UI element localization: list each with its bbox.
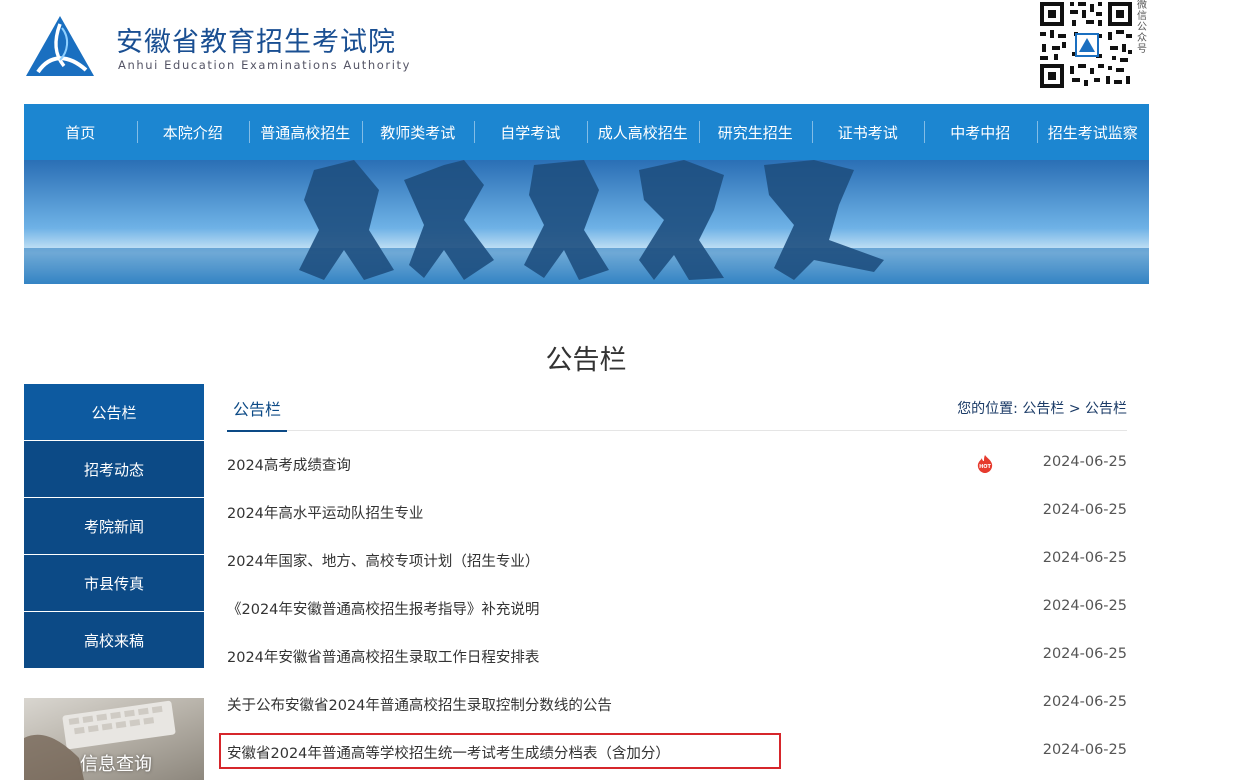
nav-item-high-school-entrance[interactable]: 中考中招	[924, 104, 1037, 160]
breadcrumb-prefix: 您的位置:	[957, 401, 1018, 417]
svg-text:HOT: HOT	[979, 464, 991, 470]
list-item-title[interactable]: 《2024年安徽普通高校招生报考指导》补充说明	[227, 598, 539, 619]
sidebar-item-college-contributions[interactable]: 高校来稿	[24, 612, 204, 668]
sidebar-item-city-county-fax[interactable]: 市县传真	[24, 555, 204, 611]
breadcrumb: 您的位置: 公告栏 > 公告栏	[957, 398, 1127, 418]
list-item-title[interactable]: 安徽省2024年普通高等学校招生统一考试考生成绩分档表（含加分）	[227, 742, 670, 763]
list-item-date: 2024-06-25	[1042, 742, 1127, 758]
site-title[interactable]: 安徽省教育招生考试院	[116, 20, 396, 59]
list-item-title[interactable]: 2024年国家、地方、高校专项计划（招生专业）	[227, 550, 539, 571]
nav-item-teacher-exam[interactable]: 教师类考试	[361, 104, 475, 160]
sidebar-item-bulletin[interactable]: 公告栏	[24, 384, 204, 440]
banner-image	[24, 160, 1149, 284]
nav-item-about[interactable]: 本院介绍	[136, 104, 250, 160]
list-item[interactable]: 2024年国家、地方、高校专项计划（招生专业） 2024-06-25	[227, 536, 1127, 584]
list-item[interactable]: 关于公布安徽省2024年普通高校招生录取控制分数线的公告 2024-06-25	[227, 680, 1127, 728]
bulletin-list: 2024高考成绩查询 HOT 2024-06-25 2024年高水平运动队招生专…	[227, 440, 1127, 776]
nav-item-graduate-admission[interactable]: 研究生招生	[699, 104, 812, 160]
list-item-date: 2024-06-25	[1042, 550, 1127, 566]
list-item[interactable]: 2024年高水平运动队招生专业 2024-06-25	[227, 488, 1127, 536]
list-item-date: 2024-06-25	[1042, 454, 1127, 470]
nav-item-certificate-exam[interactable]: 证书考试	[811, 104, 925, 160]
list-item[interactable]: 2024高考成绩查询 HOT 2024-06-25	[227, 440, 1127, 488]
nav-item-college-admission[interactable]: 普通高校招生	[249, 104, 362, 160]
nav-item-adult-college[interactable]: 成人高校招生	[586, 104, 700, 160]
list-item[interactable]: 《2024年安徽普通高校招生报考指导》补充说明 2024-06-25	[227, 584, 1127, 632]
list-item-date: 2024-06-25	[1042, 598, 1127, 614]
logo-icon[interactable]	[24, 14, 96, 80]
main-nav: 首页 本院介绍 普通高校招生 教师类考试 自学考试 成人高校招生 研究生招生 证…	[24, 104, 1149, 160]
list-item[interactable]: 安徽省2024年普通高等学校招生统一考试考生成绩分档表（含加分） 2024-06…	[227, 728, 1127, 776]
qr-label: 微信公众号	[1137, 0, 1147, 55]
info-query-label: 信息查询	[80, 754, 152, 775]
list-item-title[interactable]: 2024高考成绩查询	[227, 454, 351, 475]
qr-code-icon	[1038, 0, 1134, 90]
nav-item-supervision[interactable]: 招生考试监察	[1036, 104, 1150, 160]
tab-bulletin[interactable]: 公告栏	[227, 396, 288, 432]
breadcrumb-level2-link[interactable]: 公告栏	[1085, 401, 1127, 417]
list-item-date: 2024-06-25	[1042, 646, 1127, 662]
list-item[interactable]: 2024年安徽省普通高校招生录取工作日程安排表 2024-06-25	[227, 632, 1127, 680]
list-item-title[interactable]: 2024年安徽省普通高校招生录取工作日程安排表	[227, 646, 539, 667]
breadcrumb-level1-link[interactable]: 公告栏	[1022, 401, 1064, 417]
list-item-title[interactable]: 关于公布安徽省2024年普通高校招生录取控制分数线的公告	[227, 694, 612, 715]
sidebar-item-institute-news[interactable]: 考院新闻	[24, 498, 204, 554]
list-item-date: 2024-06-25	[1042, 502, 1127, 518]
nav-item-self-study-exam[interactable]: 自学考试	[474, 104, 587, 160]
content-tab-bar: 公告栏 您的位置: 公告栏 > 公告栏	[227, 384, 1127, 432]
hot-icon: HOT	[977, 455, 993, 473]
list-item-date: 2024-06-25	[1042, 694, 1127, 710]
list-item-title[interactable]: 2024年高水平运动队招生专业	[227, 502, 423, 523]
page-title: 公告栏	[545, 345, 627, 376]
site-subtitle: Anhui Education Examinations Authority	[118, 58, 412, 72]
info-query-banner[interactable]: 信息查询	[24, 698, 204, 780]
sidebar-item-admission-news[interactable]: 招考动态	[24, 441, 204, 497]
breadcrumb-separator: >	[1068, 401, 1081, 417]
nav-item-home[interactable]: 首页	[24, 104, 137, 160]
site-header: 安徽省教育招生考试院 Anhui Education Examinations …	[0, 0, 1250, 104]
sidebar-menu: 公告栏 招考动态 考院新闻 市县传真 高校来稿	[24, 384, 204, 669]
